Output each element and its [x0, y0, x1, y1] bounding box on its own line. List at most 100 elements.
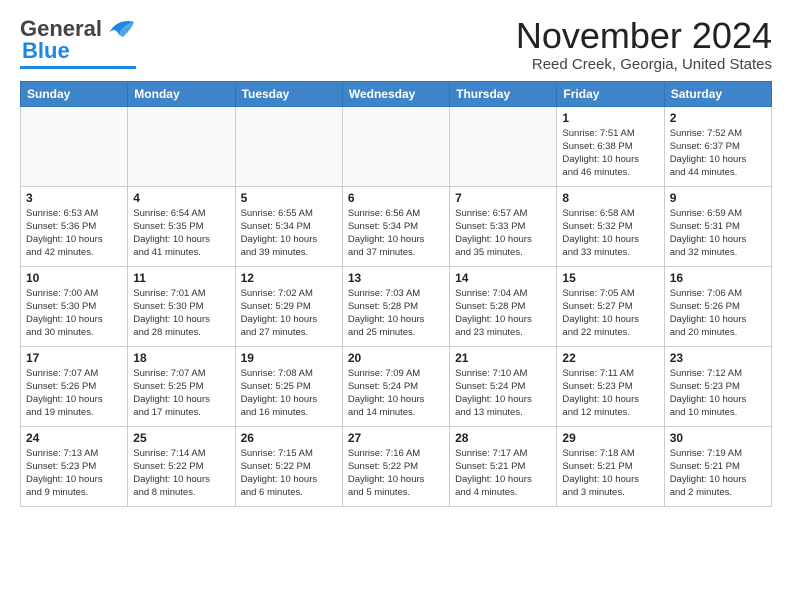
day-info: Sunrise: 7:17 AM Sunset: 5:21 PM Dayligh… — [455, 447, 551, 500]
calendar-day-cell: 17 Sunrise: 7:07 AM Sunset: 5:26 PM Dayli… — [21, 346, 128, 426]
day-info: Sunrise: 7:14 AM Sunset: 5:22 PM Dayligh… — [133, 447, 229, 500]
calendar-day-cell: 19 Sunrise: 7:08 AM Sunset: 5:25 PM Dayli… — [235, 346, 342, 426]
calendar-week-row: 17 Sunrise: 7:07 AM Sunset: 5:26 PM Dayli… — [21, 346, 772, 426]
day-number: 9 — [670, 191, 766, 205]
calendar-day-cell: 25 Sunrise: 7:14 AM Sunset: 5:22 PM Dayli… — [128, 426, 235, 506]
day-info: Sunrise: 7:07 AM Sunset: 5:26 PM Dayligh… — [26, 367, 122, 420]
day-number: 11 — [133, 271, 229, 285]
title-section: November 2024 Reed Creek, Georgia, Unite… — [516, 16, 772, 73]
logo-bird-icon — [104, 17, 136, 41]
weekday-header: Wednesday — [342, 81, 449, 106]
day-number: 3 — [26, 191, 122, 205]
day-info: Sunrise: 7:11 AM Sunset: 5:23 PM Dayligh… — [562, 367, 658, 420]
calendar-day-cell: 9 Sunrise: 6:59 AM Sunset: 5:31 PM Daylig… — [664, 186, 771, 266]
day-info: Sunrise: 7:12 AM Sunset: 5:23 PM Dayligh… — [670, 367, 766, 420]
calendar-week-row: 24 Sunrise: 7:13 AM Sunset: 5:23 PM Dayli… — [21, 426, 772, 506]
day-info: Sunrise: 7:07 AM Sunset: 5:25 PM Dayligh… — [133, 367, 229, 420]
calendar-day-cell: 14Sunrise: 7:04 AM Sunset: 5:28 PM Dayli… — [450, 266, 557, 346]
logo: General Blue — [20, 16, 136, 69]
calendar-day-cell — [21, 106, 128, 186]
month-title: November 2024 — [516, 16, 772, 56]
calendar-day-cell: 27 Sunrise: 7:16 AM Sunset: 5:22 PM Dayli… — [342, 426, 449, 506]
day-info: Sunrise: 7:15 AM Sunset: 5:22 PM Dayligh… — [241, 447, 337, 500]
day-info: Sunrise: 7:09 AM Sunset: 5:24 PM Dayligh… — [348, 367, 444, 420]
day-number: 29 — [562, 431, 658, 445]
calendar-day-cell: 5Sunrise: 6:55 AM Sunset: 5:34 PM Daylig… — [235, 186, 342, 266]
day-info: Sunrise: 7:06 AM Sunset: 5:26 PM Dayligh… — [670, 287, 766, 340]
calendar-day-cell: 1 Sunrise: 7:51 AM Sunset: 6:38 PM Daylig… — [557, 106, 664, 186]
calendar-day-cell — [342, 106, 449, 186]
day-number: 20 — [348, 351, 444, 365]
calendar-table: SundayMondayTuesdayWednesdayThursdayFrid… — [20, 81, 772, 507]
day-number: 6 — [348, 191, 444, 205]
day-number: 10 — [26, 271, 122, 285]
day-number: 23 — [670, 351, 766, 365]
day-info: Sunrise: 7:19 AM Sunset: 5:21 PM Dayligh… — [670, 447, 766, 500]
day-info: Sunrise: 7:04 AM Sunset: 5:28 PM Dayligh… — [455, 287, 551, 340]
calendar-day-cell: 10 Sunrise: 7:00 AM Sunset: 5:30 PM Dayli… — [21, 266, 128, 346]
day-number: 18 — [133, 351, 229, 365]
calendar-day-cell: 21 Sunrise: 7:10 AM Sunset: 5:24 PM Dayli… — [450, 346, 557, 426]
day-number: 22 — [562, 351, 658, 365]
calendar-day-cell: 6 Sunrise: 6:56 AM Sunset: 5:34 PM Daylig… — [342, 186, 449, 266]
day-info: Sunrise: 7:10 AM Sunset: 5:24 PM Dayligh… — [455, 367, 551, 420]
day-number: 24 — [26, 431, 122, 445]
day-info: Sunrise: 7:51 AM Sunset: 6:38 PM Dayligh… — [562, 127, 658, 180]
calendar-day-cell — [128, 106, 235, 186]
day-number: 19 — [241, 351, 337, 365]
calendar-day-cell: 30Sunrise: 7:19 AM Sunset: 5:21 PM Dayli… — [664, 426, 771, 506]
day-number: 26 — [241, 431, 337, 445]
day-number: 25 — [133, 431, 229, 445]
calendar-day-cell — [450, 106, 557, 186]
day-number: 12 — [241, 271, 337, 285]
calendar-day-cell: 18 Sunrise: 7:07 AM Sunset: 5:25 PM Dayli… — [128, 346, 235, 426]
day-number: 17 — [26, 351, 122, 365]
day-number: 8 — [562, 191, 658, 205]
calendar-day-cell: 22 Sunrise: 7:11 AM Sunset: 5:23 PM Dayli… — [557, 346, 664, 426]
day-number: 27 — [348, 431, 444, 445]
calendar-day-cell: 7Sunrise: 6:57 AM Sunset: 5:33 PM Daylig… — [450, 186, 557, 266]
calendar-day-cell: 29 Sunrise: 7:18 AM Sunset: 5:21 PM Dayli… — [557, 426, 664, 506]
calendar-day-cell: 2 Sunrise: 7:52 AM Sunset: 6:37 PM Daylig… — [664, 106, 771, 186]
day-info: Sunrise: 7:13 AM Sunset: 5:23 PM Dayligh… — [26, 447, 122, 500]
day-info: Sunrise: 7:16 AM Sunset: 5:22 PM Dayligh… — [348, 447, 444, 500]
calendar-day-cell: 28 Sunrise: 7:17 AM Sunset: 5:21 PM Dayli… — [450, 426, 557, 506]
calendar-day-cell: 20 Sunrise: 7:09 AM Sunset: 5:24 PM Dayli… — [342, 346, 449, 426]
day-info: Sunrise: 7:01 AM Sunset: 5:30 PM Dayligh… — [133, 287, 229, 340]
calendar-day-cell: 12 Sunrise: 7:02 AM Sunset: 5:29 PM Dayli… — [235, 266, 342, 346]
day-info: Sunrise: 6:59 AM Sunset: 5:31 PM Dayligh… — [670, 207, 766, 260]
day-info: Sunrise: 7:18 AM Sunset: 5:21 PM Dayligh… — [562, 447, 658, 500]
calendar-day-cell: 11 Sunrise: 7:01 AM Sunset: 5:30 PM Dayli… — [128, 266, 235, 346]
day-info: Sunrise: 6:58 AM Sunset: 5:32 PM Dayligh… — [562, 207, 658, 260]
day-info: Sunrise: 7:05 AM Sunset: 5:27 PM Dayligh… — [562, 287, 658, 340]
calendar-week-row: 1 Sunrise: 7:51 AM Sunset: 6:38 PM Daylig… — [21, 106, 772, 186]
day-number: 4 — [133, 191, 229, 205]
calendar-day-cell: 8 Sunrise: 6:58 AM Sunset: 5:32 PM Daylig… — [557, 186, 664, 266]
calendar-header-row: SundayMondayTuesdayWednesdayThursdayFrid… — [21, 81, 772, 106]
day-number: 13 — [348, 271, 444, 285]
calendar-day-cell: 13Sunrise: 7:03 AM Sunset: 5:28 PM Dayli… — [342, 266, 449, 346]
day-info: Sunrise: 6:56 AM Sunset: 5:34 PM Dayligh… — [348, 207, 444, 260]
day-info: Sunrise: 6:54 AM Sunset: 5:35 PM Dayligh… — [133, 207, 229, 260]
calendar-day-cell — [235, 106, 342, 186]
day-number: 16 — [670, 271, 766, 285]
weekday-header: Thursday — [450, 81, 557, 106]
day-number: 7 — [455, 191, 551, 205]
day-info: Sunrise: 7:02 AM Sunset: 5:29 PM Dayligh… — [241, 287, 337, 340]
day-number: 1 — [562, 111, 658, 125]
day-number: 21 — [455, 351, 551, 365]
location-title: Reed Creek, Georgia, United States — [516, 56, 772, 73]
day-info: Sunrise: 6:55 AM Sunset: 5:34 PM Dayligh… — [241, 207, 337, 260]
day-info: Sunrise: 7:52 AM Sunset: 6:37 PM Dayligh… — [670, 127, 766, 180]
day-number: 2 — [670, 111, 766, 125]
calendar-week-row: 10 Sunrise: 7:00 AM Sunset: 5:30 PM Dayli… — [21, 266, 772, 346]
day-info: Sunrise: 6:53 AM Sunset: 5:36 PM Dayligh… — [26, 207, 122, 260]
day-number: 28 — [455, 431, 551, 445]
weekday-header: Tuesday — [235, 81, 342, 106]
calendar-day-cell: 24 Sunrise: 7:13 AM Sunset: 5:23 PM Dayli… — [21, 426, 128, 506]
day-info: Sunrise: 7:08 AM Sunset: 5:25 PM Dayligh… — [241, 367, 337, 420]
weekday-header: Monday — [128, 81, 235, 106]
weekday-header: Friday — [557, 81, 664, 106]
calendar-day-cell: 26 Sunrise: 7:15 AM Sunset: 5:22 PM Dayli… — [235, 426, 342, 506]
day-info: Sunrise: 7:00 AM Sunset: 5:30 PM Dayligh… — [26, 287, 122, 340]
